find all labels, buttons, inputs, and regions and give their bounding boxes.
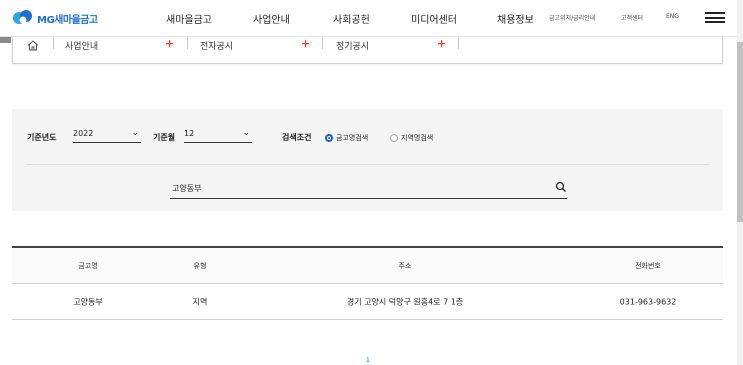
- year-select[interactable]: 2022 ⌄: [73, 127, 141, 143]
- radio-name-search[interactable]: 금고명검색: [325, 133, 368, 143]
- expand-plus-icon[interactable]: +: [165, 37, 174, 50]
- search-panel: 기준년도 2022 ⌄ 기준월 12 ⌄ 검색조건 금고명검색 지역명검색: [12, 109, 723, 211]
- radio-unchecked-icon: [390, 134, 398, 142]
- nav-item-saemaul[interactable]: 새마을금고: [166, 11, 212, 26]
- radio-region-search[interactable]: 지역명검색: [390, 133, 433, 143]
- breadcrumb: 사업안내 + 전자공시 + 정기공시 +: [12, 37, 723, 64]
- expand-plus-icon[interactable]: +: [437, 37, 446, 50]
- pagination-current-page[interactable]: 1: [366, 357, 370, 364]
- column-header-address: 주소: [398, 261, 412, 270]
- left-accent-bar: [0, 37, 11, 43]
- nav-item-business[interactable]: 사업안내: [253, 11, 290, 26]
- hamburger-menu-icon[interactable]: [705, 12, 725, 23]
- nav-item-media[interactable]: 미디어센터: [411, 11, 457, 26]
- search-box: [170, 179, 567, 199]
- util-link-eng[interactable]: ENG: [666, 13, 679, 20]
- month-label: 기준월: [153, 133, 176, 142]
- radio-checked-icon: [325, 134, 333, 142]
- condition-label: 검색조건: [282, 133, 312, 142]
- cell-phone: 031-963-9632: [619, 297, 677, 306]
- scrollbar-thumb[interactable]: [737, 42, 743, 222]
- breadcrumb-divider: [187, 37, 188, 49]
- home-icon[interactable]: [27, 40, 39, 51]
- year-label: 기준년도: [27, 133, 57, 142]
- results-table: 금고명 유형 주소 전화번호 고양동부 지역 경기 고양시 덕양구 원흥4로 7…: [12, 246, 723, 320]
- chevron-down-icon: ⌄: [131, 128, 139, 138]
- cell-address: 경기 고양시 덕양구 원흥4로 7 1층: [346, 297, 464, 306]
- nav-item-social[interactable]: 사회공헌: [333, 11, 370, 26]
- expand-plus-icon[interactable]: +: [301, 37, 310, 50]
- util-link-customer-center[interactable]: 고객센터: [621, 13, 643, 22]
- cell-branch-name: 고양동부: [73, 297, 103, 306]
- month-select[interactable]: 12 ⌄: [184, 127, 252, 143]
- column-header-phone: 전화번호: [635, 261, 661, 270]
- nav-item-recruit[interactable]: 채용정보: [497, 11, 534, 26]
- util-link-branch-rate[interactable]: 금고위치/금리안내: [549, 13, 595, 22]
- search-icon[interactable]: [555, 181, 567, 193]
- page-scrollbar[interactable]: [737, 0, 743, 365]
- breadcrumb-divider: [458, 37, 459, 49]
- breadcrumb-divider: [53, 37, 54, 49]
- breadcrumb-item-disclosure[interactable]: 전자공시: [200, 39, 233, 52]
- search-input[interactable]: [172, 181, 532, 195]
- breadcrumb-divider: [322, 37, 323, 49]
- panel-divider: [26, 164, 709, 165]
- table-header: 금고명 유형 주소 전화번호: [12, 246, 723, 284]
- cell-type: 지역: [192, 297, 208, 306]
- chevron-down-icon: ⌄: [242, 128, 250, 138]
- table-row[interactable]: 고양동부 지역 경기 고양시 덕양구 원흥4로 7 1층 031-963-963…: [12, 284, 723, 320]
- breadcrumb-item-business[interactable]: 사업안내: [65, 39, 98, 52]
- site-header: MG새마을금고 새마을금고 사업안내 사회공헌 미디어센터 채용정보 금고위치/…: [0, 0, 743, 37]
- column-header-type: 유형: [193, 261, 207, 270]
- breadcrumb-item-regular[interactable]: 정기공시: [336, 39, 369, 52]
- column-header-name: 금고명: [78, 261, 98, 270]
